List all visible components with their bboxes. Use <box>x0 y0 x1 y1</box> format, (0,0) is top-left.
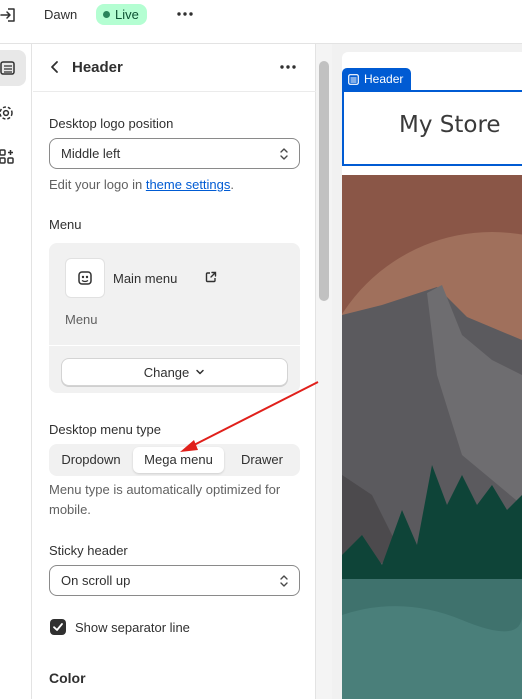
logo-help-suffix: . <box>230 177 235 192</box>
store-preview: Header My Store <box>332 44 522 699</box>
store-name: My Store <box>399 112 501 138</box>
panel-more-icon[interactable] <box>277 57 299 77</box>
rail-sections-button[interactable] <box>0 50 26 86</box>
change-menu-button[interactable]: Change <box>61 358 288 386</box>
sticky-header-value: On scroll up <box>61 573 131 588</box>
settings-gear-icon <box>0 106 13 120</box>
checkmark-icon <box>53 623 63 631</box>
settings-panel: Header Desktop logo position Middle left… <box>33 44 316 699</box>
more-actions-icon[interactable] <box>176 4 194 24</box>
external-link-icon[interactable] <box>205 271 217 283</box>
header-section-tag[interactable]: Header <box>342 68 412 90</box>
panel-title: Header <box>72 59 123 76</box>
panel-header: Header <box>33 44 316 92</box>
color-section-heading: Color <box>49 670 86 686</box>
select-chevrons-icon <box>280 148 288 160</box>
menu-type-segmented-control: Dropdown Mega menu Drawer <box>49 444 300 476</box>
status-dot-icon <box>103 11 110 18</box>
rail-apps-button[interactable] <box>0 139 26 175</box>
logo-position-label: Desktop logo position <box>49 116 174 131</box>
select-chevrons-icon <box>280 575 288 587</box>
left-rail <box>0 44 32 699</box>
chevron-down-icon <box>196 369 205 375</box>
change-button-label: Change <box>143 364 190 380</box>
scrollbar-thumb[interactable] <box>319 61 329 301</box>
sections-icon <box>0 61 15 75</box>
rail-settings-button[interactable] <box>0 95 26 131</box>
divider <box>49 345 300 346</box>
theme-settings-link[interactable]: theme settings <box>146 177 231 192</box>
logo-help-text: Edit your logo in theme settings. <box>49 175 234 195</box>
menu-name[interactable]: Main menu <box>113 271 177 286</box>
back-chevron-icon[interactable] <box>47 59 63 75</box>
menu-type-label: Desktop menu type <box>49 422 162 437</box>
menu-type-mega-menu-option[interactable]: Mega menu <box>133 447 224 473</box>
menu-label: Menu <box>49 217 82 232</box>
hero-mountain-image <box>342 175 522 699</box>
menu-type-dropdown-option[interactable]: Dropdown <box>51 447 131 473</box>
logo-help-prefix: Edit your logo in <box>49 177 146 192</box>
panel-scrollbar[interactable] <box>316 44 332 699</box>
status-badge-label: Live <box>115 7 139 22</box>
apps-icon <box>0 149 14 164</box>
top-bar: Dawn Live <box>0 0 522 44</box>
separator-checkbox-label[interactable]: Show separator line <box>75 620 190 635</box>
header-section-tag-label: Header <box>364 72 404 86</box>
separator-checkbox[interactable] <box>50 619 66 635</box>
menu-thumbnail <box>65 258 105 298</box>
sticky-header-label: Sticky header <box>49 543 128 558</box>
logo-position-value: Middle left <box>61 146 121 161</box>
menu-type-drawer-option[interactable]: Drawer <box>226 447 298 473</box>
logo-position-select[interactable]: Middle left <box>49 138 300 169</box>
menu-type-help-text: Menu type is automatically optimized for… <box>49 482 281 517</box>
section-layout-icon <box>348 73 359 85</box>
menu-picker-card: Main menu Menu Change <box>49 243 300 393</box>
theme-name: Dawn <box>44 7 78 22</box>
sticky-header-select[interactable]: On scroll up <box>49 565 300 596</box>
menu-subtext: Menu <box>65 312 98 327</box>
status-badge: Live <box>96 4 147 25</box>
exit-icon[interactable] <box>0 6 18 24</box>
store-header[interactable]: My Store <box>342 90 522 166</box>
image-placeholder-icon <box>78 271 92 285</box>
